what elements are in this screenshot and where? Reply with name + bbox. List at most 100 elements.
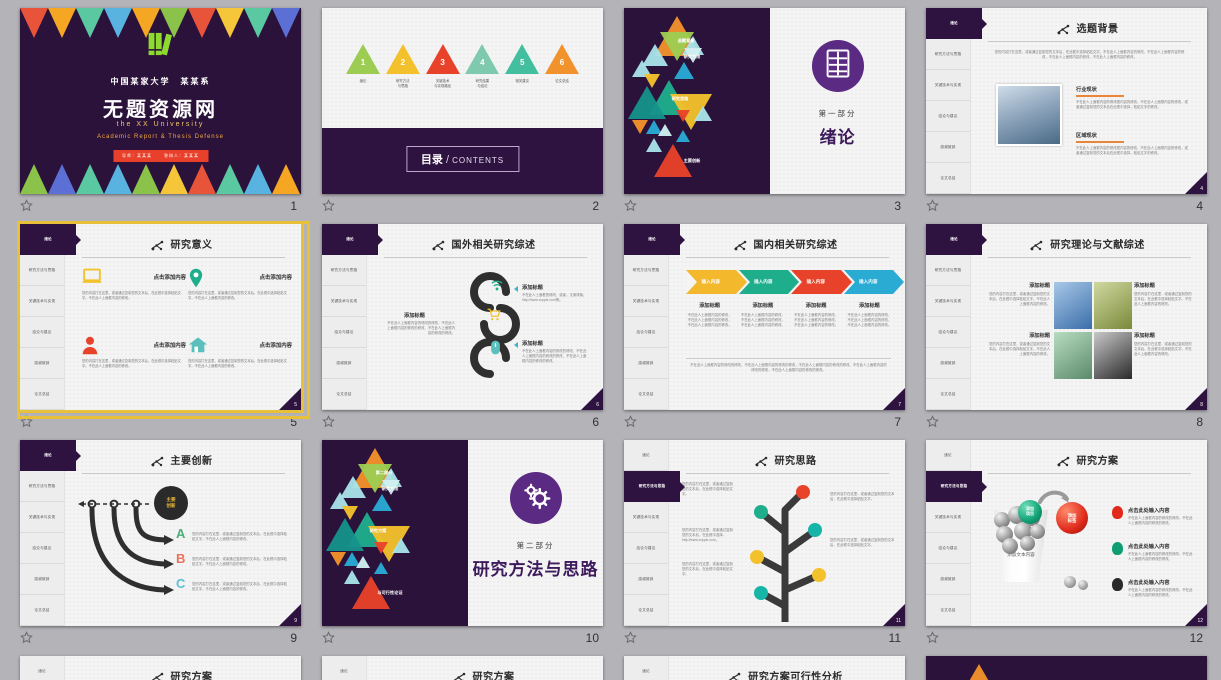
sidebar-item-3[interactable]: 结论与建议 xyxy=(624,533,668,564)
thumbnail-cell-14[interactable]: 绪论研究方法与思路关键技术与实现结论与建议感谢致辞论文总结研究方案14 xyxy=(316,653,618,680)
thumbnail-cell-16[interactable] xyxy=(920,653,1221,680)
star-icon[interactable] xyxy=(926,199,940,213)
star-icon[interactable] xyxy=(624,631,638,645)
thumbnail-cell-7[interactable]: 绪论 研究方法与思路 关键技术与实现 结论与建议 感谢致辞 论文总结 国内相关研究综述 插入内… xyxy=(618,221,920,437)
sidebar-item-5[interactable]: 论文总结 xyxy=(322,379,366,410)
thumbnail-cell-3[interactable]: 选题背景 研究方法 研究思路 主要创新 第一部分 绪论 3 xyxy=(618,5,920,221)
sidebar-item-5[interactable]: 论文总结 xyxy=(20,379,64,410)
feature-card-3[interactable]: 点击添加内容 您的内容打在这里，或者通过复制您的文本后，在此框中选择粘贴文字。不在… xyxy=(188,336,292,369)
slide-thumbnail-14[interactable]: 绪论研究方法与思路关键技术与实现结论与建议感谢致辞论文总结研究方案14 xyxy=(322,656,603,680)
slide-thumbnail-11[interactable]: 绪论 研究方法与思路 关键技术与实现 结论与建议 感谢致辞 论文总结 研究思路 您的内容打在这… xyxy=(624,440,905,626)
contents-item-5[interactable]: 6 论文总结 xyxy=(543,44,581,89)
sidebar-item-3[interactable]: 结论与建议 xyxy=(624,317,668,348)
thumbnail-cell-8[interactable]: 绪论 研究方法与思路 关键技术与实现 结论与建议 感谢致辞 论文总结 研究理论与文献综述 添加… xyxy=(920,221,1221,437)
sidebar-item-3[interactable]: 结论与建议 xyxy=(20,317,64,348)
sidebar-item-3[interactable]: 结论与建议 xyxy=(20,533,64,564)
sidebar-item-2[interactable]: 关键技术与实现 xyxy=(624,502,668,533)
thumbnail-cell-9[interactable]: 绪论 研究方法与思路 关键技术与实现 结论与建议 感谢致辞 论文总结 主要创新 主要 创新 A 您… xyxy=(14,437,316,653)
sidebar-item-2[interactable]: 关键技术与实现 xyxy=(926,70,970,101)
contents-item-2[interactable]: 3 关键技术 与实现路径 xyxy=(424,44,462,89)
thumbnail-cell-10[interactable]: 第二部分 研究方法 研究方案 与可行性论证 第二部分 研究方法与思路 10 xyxy=(316,437,618,653)
process-arrow-0[interactable]: 插入内容 xyxy=(686,270,747,294)
star-icon[interactable] xyxy=(322,415,336,429)
slide-thumbnail-4[interactable]: 绪论 研究方法与思路 关键技术与实现 结论与建议 感谢致辞 论文总结 选题背景 您的内容打在这… xyxy=(926,8,1207,194)
sidebar-item-1[interactable]: 研究方法与思路 xyxy=(624,255,668,286)
contents-item-1[interactable]: 2 研究方法 与思路 xyxy=(384,44,422,89)
sidebar-item-1[interactable]: 研究方法与思路 xyxy=(20,255,64,286)
sidebar-item-0[interactable]: 绪论 xyxy=(926,440,970,471)
sidebar-item-2[interactable]: 关键技术与实现 xyxy=(926,502,970,533)
slide-thumbnail-7[interactable]: 绪论 研究方法与思路 关键技术与实现 结论与建议 感谢致辞 论文总结 国内相关研究综述 插入内… xyxy=(624,224,905,410)
thumbnail-cell-5[interactable]: 绪论 研究方法与思路 关键技术与实现 结论与建议 感谢致辞 论文总结 研究意义 点击添加内容您… xyxy=(14,221,316,437)
sidebar-item-1[interactable]: 研究方法与思路 xyxy=(624,471,680,502)
contents-heading[interactable]: 目录 / CONTENTS xyxy=(405,146,520,172)
star-icon[interactable] xyxy=(20,631,34,645)
star-icon[interactable] xyxy=(926,631,940,645)
thumbnail-cell-15[interactable]: 绪论研究方法与思路关键技术与实现结论与建议感谢致辞论文总结研究方案可行性分析15 xyxy=(618,653,920,680)
slide-thumbnail-1[interactable]: 中国某家大学 某某系 无题资源网 the XX University Academic… xyxy=(20,8,301,194)
slide-thumbnail-9[interactable]: 绪论 研究方法与思路 关键技术与实现 结论与建议 感谢致辞 论文总结 主要创新 主要 创新 A 您… xyxy=(20,440,301,626)
star-icon[interactable] xyxy=(20,199,34,213)
sidebar-item-0[interactable]: 绪论 xyxy=(20,224,76,255)
sidebar-item-0[interactable]: 绪论 xyxy=(322,656,366,680)
sidebar-item-4[interactable]: 感谢致辞 xyxy=(624,348,668,379)
thumbnail-cell-2[interactable]: 1 绪论 2 研究方法 与思路 3 关键技术 与实现路径 4 研究结果 与结论 5 相关建议 6 论文… xyxy=(316,5,618,221)
star-icon[interactable] xyxy=(624,199,638,213)
sidebar-item-5[interactable]: 论文总结 xyxy=(20,595,64,626)
contents-item-4[interactable]: 5 相关建议 xyxy=(503,44,541,89)
sidebar-item-4[interactable]: 感谢致辞 xyxy=(926,132,970,163)
sidebar-item-4[interactable]: 感谢致辞 xyxy=(20,348,64,379)
slide-thumbnail-13[interactable]: 绪论研究方法与思路关键技术与实现结论与建议感谢致辞论文总结研究方案13 xyxy=(20,656,301,680)
slide-thumbnail-5[interactable]: 绪论 研究方法与思路 关键技术与实现 结论与建议 感谢致辞 论文总结 研究意义 点击添加内容您… xyxy=(17,221,304,413)
sidebar-item-0[interactable]: 绪论 xyxy=(322,224,378,255)
sidebar-item-2[interactable]: 关键技术与实现 xyxy=(20,502,64,533)
sidebar-item-4[interactable]: 感谢致辞 xyxy=(926,348,970,379)
slide-thumbnail-12[interactable]: 绪论 研究方法与思路 关键技术与实现 结论与建议 感谢致辞 论文总结 研究方案 添加文本内容 添… xyxy=(926,440,1207,626)
feature-card-0[interactable]: 点击添加内容 您的内容打在这里，或者通过复制您的文本后，在此框中选择粘贴文字。不在… xyxy=(82,268,186,301)
sidebar-item-2[interactable]: 关键技术与实现 xyxy=(20,286,64,317)
star-icon[interactable] xyxy=(322,199,336,213)
slide-thumbnail-3[interactable]: 选题背景 研究方法 研究思路 主要创新 第一部分 绪论 xyxy=(624,8,905,194)
sidebar-item-3[interactable]: 结论与建议 xyxy=(926,101,970,132)
sidebar-item-2[interactable]: 关键技术与实现 xyxy=(926,286,970,317)
star-icon[interactable] xyxy=(20,415,34,429)
sidebar-item-2[interactable]: 关键技术与实现 xyxy=(322,286,366,317)
sidebar-item-4[interactable]: 感谢致辞 xyxy=(624,564,668,595)
thumbnail-cell-4[interactable]: 绪论 研究方法与思路 关键技术与实现 结论与建议 感谢致辞 论文总结 选题背景 您的内容打在这… xyxy=(920,5,1221,221)
slide-thumbnail-8[interactable]: 绪论 研究方法与思路 关键技术与实现 结论与建议 感谢致辞 论文总结 研究理论与文献综述 添加… xyxy=(926,224,1207,410)
sidebar-item-0[interactable]: 绪论 xyxy=(926,8,982,39)
sidebar-item-1[interactable]: 研究方法与思路 xyxy=(926,471,982,502)
star-icon[interactable] xyxy=(926,415,940,429)
sidebar-item-1[interactable]: 研究方法与思路 xyxy=(322,255,366,286)
thumbnail-cell-11[interactable]: 绪论 研究方法与思路 关键技术与实现 结论与建议 感谢致辞 论文总结 研究思路 您的内容打在这… xyxy=(618,437,920,653)
feature-card-2[interactable]: 点击添加内容 您的内容打在这里，或者通过复制您的文本后，在此框中选择粘贴文字。不在… xyxy=(82,336,186,369)
thumbnail-cell-12[interactable]: 绪论 研究方法与思路 关键技术与实现 结论与建议 感谢致辞 论文总结 研究方案 添加文本内容 添… xyxy=(920,437,1221,653)
slide-thumbnail-6[interactable]: 绪论 研究方法与思路 关键技术与实现 结论与建议 感谢致辞 论文总结 国外相关研究综述 添加标… xyxy=(322,224,603,410)
sidebar-item-0[interactable]: 绪论 xyxy=(624,656,668,680)
star-icon[interactable] xyxy=(624,415,638,429)
slide-thumbnail-10[interactable]: 第二部分 研究方法 研究方案 与可行性论证 第二部分 研究方法与思路 xyxy=(322,440,603,626)
star-icon[interactable] xyxy=(322,631,336,645)
sidebar-item-0[interactable]: 绪论 xyxy=(20,440,76,471)
sidebar-item-4[interactable]: 感谢致辞 xyxy=(926,564,970,595)
sidebar-item-1[interactable]: 研究方法与思路 xyxy=(20,471,64,502)
sidebar-item-1[interactable]: 研究方法与思路 xyxy=(926,39,970,70)
thumbnail-cell-1[interactable]: 中国某家大学 某某系 无题资源网 the XX University Academic… xyxy=(14,5,316,221)
sidebar-item-4[interactable]: 感谢致辞 xyxy=(322,348,366,379)
sidebar-item-0[interactable]: 绪论 xyxy=(926,224,982,255)
sidebar-item-0[interactable]: 绪论 xyxy=(624,440,668,471)
sidebar-item-0[interactable]: 绪论 xyxy=(624,224,680,255)
sidebar-item-3[interactable]: 结论与建议 xyxy=(926,533,970,564)
sidebar-item-1[interactable]: 研究方法与思路 xyxy=(926,255,970,286)
slide-thumbnail-2[interactable]: 1 绪论 2 研究方法 与思路 3 关键技术 与实现路径 4 研究结果 与结论 5 相关建议 6 论文… xyxy=(322,8,603,194)
slide-thumbnail-15[interactable]: 绪论研究方法与思路关键技术与实现结论与建议感谢致辞论文总结研究方案可行性分析15 xyxy=(624,656,905,680)
sidebar-item-2[interactable]: 关键技术与实现 xyxy=(624,286,668,317)
sidebar-item-5[interactable]: 论文总结 xyxy=(624,379,668,410)
contents-item-3[interactable]: 4 研究结果 与结论 xyxy=(463,44,501,89)
slide-thumbnail-16[interactable] xyxy=(926,656,1207,680)
feature-card-1[interactable]: 点击添加内容 您的内容打在这里，或者通过复制您的文本后，在此框中选择粘贴文字。不在… xyxy=(188,268,292,301)
sidebar-item-0[interactable]: 绪论 xyxy=(20,656,64,680)
thumbnail-cell-13[interactable]: 绪论研究方法与思路关键技术与实现结论与建议感谢致辞论文总结研究方案13 xyxy=(14,653,316,680)
thumbnail-cell-6[interactable]: 绪论 研究方法与思路 关键技术与实现 结论与建议 感谢致辞 论文总结 国外相关研究综述 添加标… xyxy=(316,221,618,437)
sidebar-item-5[interactable]: 论文总结 xyxy=(926,163,970,194)
